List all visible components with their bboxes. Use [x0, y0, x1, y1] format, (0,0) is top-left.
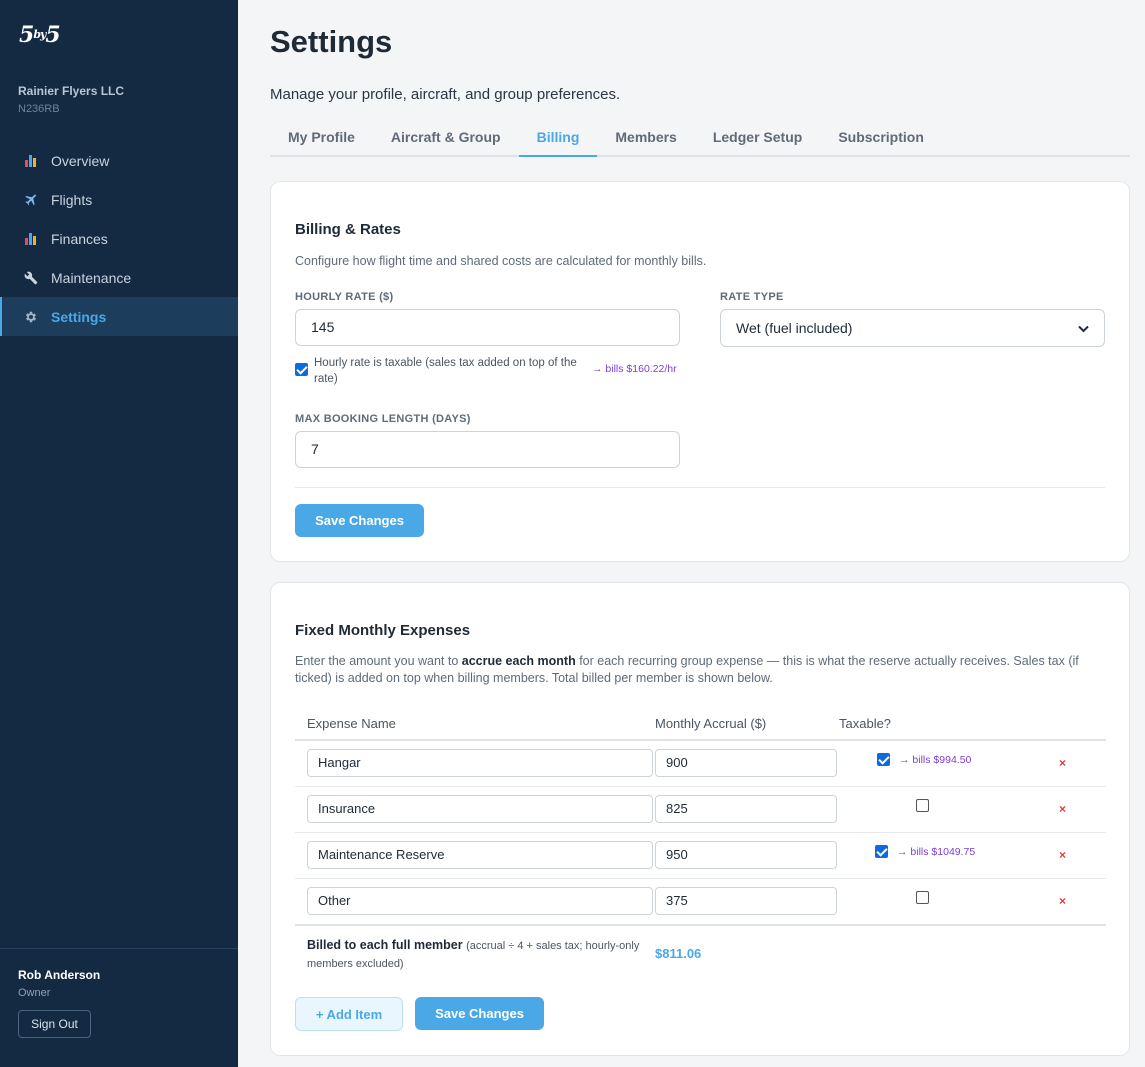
sidebar-nav: Overview Flights Finances Maintenance Se…	[0, 141, 238, 336]
user-role: Owner	[18, 987, 51, 999]
sidebar-item-finances[interactable]: Finances	[0, 219, 238, 258]
sidebar-item-label: Flights	[51, 191, 93, 208]
airplane-icon	[23, 192, 39, 208]
tab-members[interactable]: Members	[597, 118, 694, 157]
sidebar-item-maintenance[interactable]: Maintenance	[0, 258, 238, 297]
sign-out-button[interactable]: Sign Out	[18, 1010, 91, 1038]
fixed-expenses-description: Enter the amount you want to accrue each…	[295, 654, 1079, 685]
table-row-divider	[295, 832, 1106, 833]
user-name: Rob Anderson	[18, 968, 101, 982]
org-name: Rainier Flyers LLC	[18, 84, 125, 98]
taxed-rate-note: → bills $160.22/hr	[592, 363, 677, 375]
fixed-expenses-card: Fixed Monthly Expenses Enter the amount …	[270, 582, 1130, 1056]
sidebar-item-label: Settings	[51, 308, 107, 325]
tab-my-profile[interactable]: My Profile	[270, 118, 373, 157]
expense-taxable-checkbox[interactable]	[875, 845, 888, 858]
hourly-taxable-label: Hourly rate is taxable (sales tax added …	[314, 357, 577, 385]
hourly-taxable-checkbox[interactable]	[295, 363, 308, 376]
bar-chart-icon	[23, 231, 39, 247]
wrench-icon	[23, 270, 39, 286]
hourly-rate-label: HOURLY RATE ($)	[295, 291, 394, 303]
tab-subscription[interactable]: Subscription	[820, 118, 942, 157]
settings-tabs: My Profile Aircraft & Group Billing Memb…	[270, 118, 1130, 157]
fixed-expenses-title: Fixed Monthly Expenses	[295, 622, 471, 639]
rate-type-value: Wet (fuel included)	[736, 320, 853, 336]
card-divider	[295, 487, 1105, 488]
table-row-divider	[295, 878, 1106, 879]
tab-ledger-setup[interactable]: Ledger Setup	[695, 118, 820, 157]
sidebar-divider	[0, 948, 238, 949]
save-expenses-button[interactable]: Save Changes	[415, 997, 544, 1030]
remove-expense-icon[interactable]: ×	[1059, 802, 1066, 816]
tab-aircraft-group[interactable]: Aircraft & Group	[373, 118, 519, 157]
sidebar-item-label: Maintenance	[51, 269, 132, 286]
table-row-divider	[295, 786, 1106, 787]
expense-amount-input[interactable]: 900	[655, 749, 837, 777]
chevron-down-icon	[1078, 320, 1089, 336]
expense-name-input[interactable]: Maintenance Reserve	[307, 841, 653, 869]
billing-rates-description: Configure how flight time and shared cos…	[295, 254, 707, 268]
hourly-rate-input[interactable]: 145	[295, 309, 680, 346]
rate-type-label: RATE TYPE	[720, 291, 784, 303]
expense-taxable-checkbox[interactable]	[877, 753, 890, 766]
gear-icon	[23, 309, 39, 325]
expense-amount-input[interactable]: 375	[655, 887, 837, 915]
app-logo[interactable]: 5by5	[19, 22, 61, 48]
page-subtitle: Manage your profile, aircraft, and group…	[270, 86, 621, 103]
sidebar: 5by5 Rainier Flyers LLC N236RB Overview …	[0, 0, 238, 1067]
sidebar-item-label: Overview	[51, 152, 110, 169]
table-header-divider	[295, 739, 1106, 741]
add-item-button[interactable]: + Add Item	[295, 997, 403, 1031]
billing-rates-card: Billing & Rates Configure how flight tim…	[270, 181, 1130, 562]
sidebar-item-overview[interactable]: Overview	[0, 141, 238, 180]
sidebar-item-settings[interactable]: Settings	[0, 297, 238, 336]
remove-expense-icon[interactable]: ×	[1059, 756, 1066, 770]
expense-billed-note: → bills $1049.75	[897, 846, 976, 858]
expense-amount-input[interactable]: 825	[655, 795, 837, 823]
column-header-taxable: Taxable?	[839, 716, 892, 731]
save-billing-button[interactable]: Save Changes	[295, 504, 424, 537]
table-footer-divider	[295, 924, 1106, 926]
sidebar-item-flights[interactable]: Flights	[0, 180, 238, 219]
remove-expense-icon[interactable]: ×	[1059, 848, 1066, 862]
tail-number: N236RB	[18, 103, 60, 115]
expense-amount-input[interactable]: 950	[655, 841, 837, 869]
billing-rates-title: Billing & Rates	[295, 221, 401, 238]
bar-chart-icon	[23, 153, 39, 169]
sidebar-item-label: Finances	[51, 230, 108, 247]
member-total-value: $811.06	[655, 946, 702, 961]
max-booking-label: MAX BOOKING LENGTH (DAYS)	[295, 413, 471, 425]
member-total-label: Billed to each full member (accrual ÷ 4 …	[307, 938, 640, 970]
expense-taxable-checkbox[interactable]	[916, 891, 929, 904]
expense-name-input[interactable]: Hangar	[307, 749, 653, 777]
expense-name-input[interactable]: Insurance	[307, 795, 653, 823]
column-header-monthly-accrual: Monthly Accrual ($)	[655, 716, 767, 731]
expense-taxable-checkbox[interactable]	[916, 799, 929, 812]
column-header-expense-name: Expense Name	[307, 716, 396, 731]
page-title: Settings	[270, 24, 393, 59]
remove-expense-icon[interactable]: ×	[1059, 894, 1066, 908]
rate-type-select[interactable]: Wet (fuel included)	[720, 309, 1105, 347]
max-booking-input[interactable]: 7	[295, 431, 680, 468]
expense-billed-note: → bills $994.50	[899, 754, 972, 766]
expense-name-input[interactable]: Other	[307, 887, 653, 915]
tab-billing[interactable]: Billing	[518, 118, 598, 157]
